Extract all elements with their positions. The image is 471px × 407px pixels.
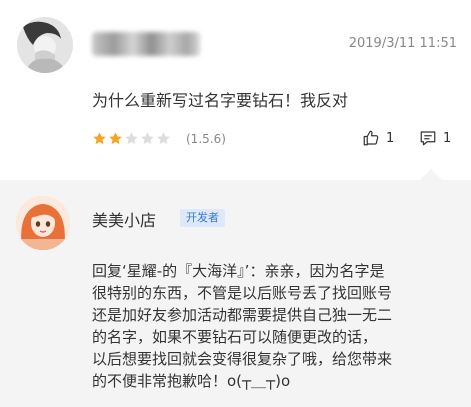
star-rating: (1.5.6) xyxy=(92,131,226,146)
star-icon xyxy=(141,132,154,145)
comment-icon xyxy=(420,131,436,146)
reply-line: 的名字，如果不要钻石可以随便更改的话， xyxy=(92,328,378,346)
star-icon xyxy=(93,132,106,145)
thumbs-up-icon xyxy=(363,130,379,146)
star-icon xyxy=(157,132,170,145)
username-blurred xyxy=(92,32,200,56)
user-review: 2019/3/11 11:51 为什么重新写过名字要钻石！我反对 (1.5.6)… xyxy=(0,0,471,180)
developer-avatar-illustration-icon xyxy=(16,196,70,250)
user-avatar[interactable] xyxy=(17,17,73,73)
review-timestamp: 2019/3/11 11:51 xyxy=(348,36,457,51)
developer-avatar[interactable] xyxy=(16,196,70,250)
reply-text: 回复‘星耀-的『大海洋』’：亲亲，因为名字是 很特别的东西，不管是以后账号丢了找… xyxy=(92,260,454,392)
reply-line: 回复‘星耀-的『大海洋』’：亲亲，因为名字是 xyxy=(92,262,385,280)
developer-badge: 开发者 xyxy=(180,209,225,227)
user-avatar-photo-icon xyxy=(17,17,73,73)
like-count: 1 xyxy=(386,130,395,146)
review-text: 为什么重新写过名字要钻石！我反对 xyxy=(92,91,349,110)
comment-count: 1 xyxy=(443,130,452,146)
developer-name: 美美小店 xyxy=(92,211,157,230)
comment-button[interactable]: 1 xyxy=(419,129,451,147)
reply-line: 以后想要找回就会变得很复杂了哦，给您带来 xyxy=(92,350,393,368)
like-button[interactable]: 1 xyxy=(362,129,394,147)
app-version: (1.5.6) xyxy=(186,131,226,146)
developer-reply: 美美小店 开发者 回复‘星耀-的『大海洋』’：亲亲，因为名字是 很特别的东西，不… xyxy=(0,180,471,407)
star-icon xyxy=(125,132,138,145)
reply-line: 的不便非常抱歉哈！o(┬＿┬)o xyxy=(92,372,291,390)
reply-line: 很特别的东西，不管是以后账号丢了找回账号 xyxy=(92,284,393,302)
reply-pointer xyxy=(420,169,442,180)
star-icon xyxy=(109,132,122,145)
reply-line: 还是加好友参加活动都需要提供自己独一无二 xyxy=(92,306,393,324)
